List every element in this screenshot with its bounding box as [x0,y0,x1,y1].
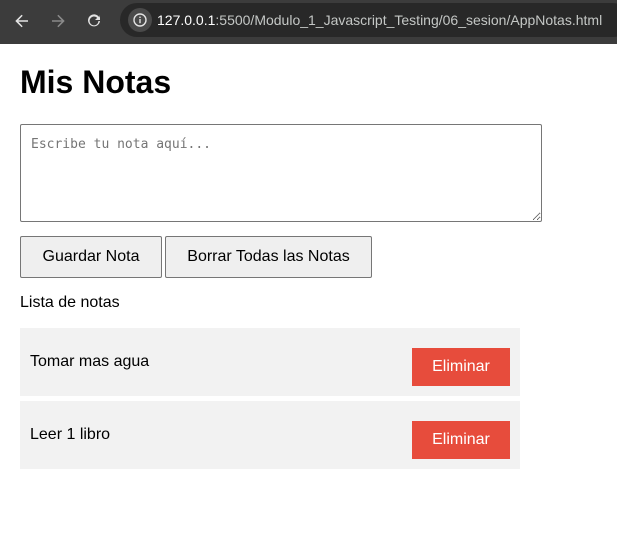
url-host: 127.0.0.1 [157,12,216,28]
notes-list-heading: Lista de notas [20,294,120,311]
url-path: :5500/Modulo_1_Javascript_Testing/06_ses… [215,12,603,28]
reload-icon [88,14,100,27]
note-item: Leer 1 libro Eliminar [20,401,520,469]
url-text: 127.0.0.1:5500/Modulo_1_Javascript_Testi… [157,12,602,28]
address-bar[interactable]: 127.0.0.1:5500/Modulo_1_Javascript_Testi… [120,3,617,37]
delete-note-button[interactable]: Eliminar [412,348,510,386]
reload-button[interactable] [80,7,108,35]
site-info-button[interactable] [128,8,152,32]
note-input[interactable] [20,124,542,222]
delete-note-button[interactable]: Eliminar [412,421,510,459]
browser-toolbar: 127.0.0.1:5500/Modulo_1_Javascript_Testi… [0,0,617,44]
clear-all-notes-button[interactable]: Borrar Todas las Notas [165,236,372,278]
note-item: Tomar mas agua Eliminar [20,328,520,396]
arrow-right-icon [52,14,65,28]
info-icon [133,13,147,27]
note-text: Tomar mas agua [30,353,150,370]
note-text: Leer 1 libro [30,426,111,443]
page-title: Mis Notas [20,64,172,100]
save-note-button[interactable]: Guardar Nota [20,236,162,278]
back-button[interactable] [8,7,36,35]
arrow-left-icon [15,14,28,28]
forward-button[interactable] [44,7,72,35]
